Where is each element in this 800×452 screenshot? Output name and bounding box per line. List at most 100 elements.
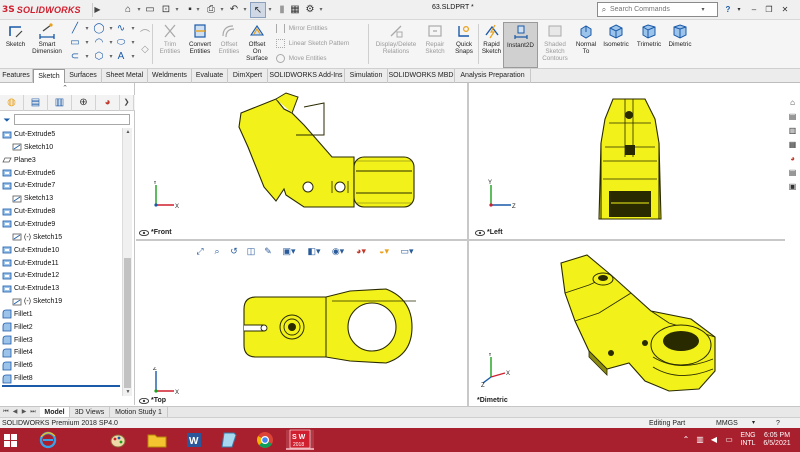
search-commands-box[interactable]: ⌕ ▾	[597, 2, 718, 17]
viewport-left[interactable]: Y Z *Left	[469, 83, 785, 239]
print-icon[interactable]: ⎙	[203, 2, 219, 18]
instant2d-button[interactable]: Instant2D	[503, 22, 538, 68]
plane-sketch-icon[interactable]: ◇	[138, 44, 152, 56]
viewport-vertical-splitter[interactable]	[467, 83, 469, 406]
restore-icon[interactable]: ❐	[763, 3, 775, 17]
viewport-dimetric[interactable]: Y X Z *Dimetric	[469, 241, 785, 406]
search-dropdown-icon[interactable]: ▾	[698, 6, 708, 13]
save-dropdown-icon[interactable]: ▾	[194, 2, 202, 18]
repair-sketch-button[interactable]: Repair Sketch	[421, 22, 449, 68]
language-indicator[interactable]: ENG INTL	[738, 428, 758, 452]
options-dropdown-icon[interactable]: ▾	[317, 2, 325, 18]
file-explorer-icon[interactable]: ▥	[785, 124, 800, 137]
tree-item[interactable]: Plane3	[2, 154, 36, 167]
isometric-button[interactable]: Isometric	[601, 22, 631, 68]
open-dropdown-icon[interactable]: ▾	[173, 2, 181, 18]
close-icon[interactable]: ✕	[779, 3, 791, 17]
dimetric-button[interactable]: Dimetric	[666, 22, 694, 68]
solidworks-logo[interactable]: 3S SOLIDWORKS	[2, 3, 81, 17]
dynamic-annotation-view-icon[interactable]: ✎	[261, 244, 275, 258]
tab-features[interactable]: Features	[0, 69, 33, 83]
tree-item[interactable]: Cut-Extrude10	[2, 244, 59, 257]
tab-solidworks-mbd[interactable]: SOLIDWORKS MBD	[388, 69, 455, 83]
tree-rollback-bar[interactable]	[2, 385, 120, 387]
tree-item[interactable]: Cut-Extrude7	[2, 179, 55, 192]
tree-item[interactable]: Sketch13	[12, 192, 53, 205]
tree-item[interactable]: Fillet2	[2, 321, 33, 334]
print-dropdown-icon[interactable]: ▾	[218, 2, 226, 18]
home-icon[interactable]: ⌂	[120, 2, 136, 18]
tree-filter-input[interactable]	[14, 114, 130, 125]
feature-manager-tree-tab-icon[interactable]: ◍	[0, 95, 24, 111]
offset-on-surface-button[interactable]: Offset On Surface	[243, 22, 271, 68]
tab-evaluate[interactable]: Evaluate	[192, 69, 228, 83]
tab-sheet-metal[interactable]: Sheet Metal	[102, 69, 148, 83]
search-commands-input[interactable]	[610, 6, 698, 13]
fillet-sketch-icon[interactable]: ⌒	[138, 30, 152, 42]
help-dropdown-icon[interactable]: ▾	[733, 3, 745, 17]
tree-item[interactable]: (-) Sketch15	[12, 231, 62, 244]
tree-item[interactable]: Fillet4	[2, 346, 33, 359]
move-entities-button[interactable]: Move Entities	[276, 52, 327, 66]
view-palette-icon[interactable]: ▦	[785, 138, 800, 151]
sketch-button[interactable]: Sketch	[2, 22, 29, 68]
select-pointer-icon[interactable]: ↖	[250, 2, 266, 18]
appearances-scenes-icon[interactable]: ◕	[785, 152, 800, 165]
tree-item[interactable]: Cut-Extrude9	[2, 218, 55, 231]
tree-item[interactable]: Fillet8	[2, 372, 33, 385]
panel-collapse-icon[interactable]: ⌃	[60, 84, 70, 93]
battery-icon[interactable]: ▭	[722, 428, 736, 452]
new-document-icon[interactable]: ▭	[142, 2, 158, 18]
tab-sketch[interactable]: Sketch	[33, 69, 65, 83]
zoom-to-fit-icon[interactable]: ⤢	[193, 244, 207, 258]
zoom-to-area-icon[interactable]: ⌕	[210, 244, 224, 258]
tab-surfaces[interactable]: Surfaces	[65, 69, 102, 83]
tab-analysis-preparation[interactable]: Analysis Preparation	[455, 69, 531, 83]
display-delete-relations-button[interactable]: Display/Delete Relations	[372, 22, 420, 68]
panel-tabs-next-icon[interactable]: ❯	[120, 95, 134, 111]
configuration-manager-tab-icon[interactable]: ▥	[48, 95, 72, 111]
notes-app-icon[interactable]	[215, 430, 243, 450]
file-properties-icon[interactable]: ▦	[287, 2, 303, 18]
file-explorer-taskbar-icon[interactable]	[143, 430, 171, 450]
viewport-front[interactable]: Y X *Front	[136, 83, 467, 239]
paint-icon[interactable]	[104, 430, 132, 450]
tree-item[interactable]: Fillet3	[2, 334, 33, 347]
linear-sketch-pattern-button[interactable]: Linear Sketch Pattern	[276, 37, 349, 51]
undo-dropdown-icon[interactable]: ▾	[241, 2, 249, 18]
previous-view-icon[interactable]: ↺	[227, 244, 241, 258]
trim-entities-button[interactable]: Trim Entities	[155, 22, 185, 68]
edit-appearance-icon[interactable]: ◕▾	[351, 244, 371, 258]
property-manager-tab-icon[interactable]: ▤	[24, 95, 48, 111]
tree-item[interactable]: Cut-Extrude12	[2, 269, 59, 282]
minimize-icon[interactable]: –	[748, 3, 760, 17]
offset-entities-button[interactable]: Offset Entities	[215, 22, 243, 68]
quick-snaps-button[interactable]: Quick Snaps	[451, 22, 477, 68]
word-icon[interactable]: W	[180, 430, 208, 450]
dimxpert-manager-tab-icon[interactable]: ⊕	[72, 95, 96, 111]
convert-entities-button[interactable]: Convert Entities	[185, 22, 215, 68]
solidworks-taskbar-icon[interactable]: S W 2018	[286, 429, 314, 450]
network-icon[interactable]: ▥	[694, 428, 706, 452]
trimetric-button[interactable]: Trimetric	[634, 22, 664, 68]
tab-weldments[interactable]: Weldments	[148, 69, 192, 83]
display-manager-tab-icon[interactable]: ◕	[96, 95, 120, 111]
design-library-icon[interactable]: ▤	[785, 110, 800, 123]
smart-dimension-button[interactable]: Smart Dimension	[29, 22, 65, 68]
scroll-down-icon[interactable]: ▼	[123, 388, 133, 396]
tree-item[interactable]: Fillet6	[2, 359, 33, 372]
view-orientation-icon[interactable]: ▣▾	[278, 244, 300, 258]
hide-show-items-icon[interactable]: ◉▾	[328, 244, 348, 258]
chrome-icon[interactable]	[251, 430, 279, 450]
undo-icon[interactable]: ↶	[226, 2, 242, 18]
view-settings-icon[interactable]: ▭▾	[397, 244, 417, 258]
rapid-sketch-button[interactable]: Rapid Sketch	[480, 22, 503, 68]
tree-item[interactable]: Cut-Extrude8	[2, 205, 55, 218]
tree-item[interactable]: Cut-Extrude6	[2, 167, 55, 180]
open-icon[interactable]: ⊡	[158, 2, 174, 18]
tab-simulation[interactable]: Simulation	[345, 69, 388, 83]
solidworks-resources-icon[interactable]: ⌂	[785, 96, 800, 109]
windows-start-icon[interactable]	[4, 434, 17, 447]
clock[interactable]: 6:05 PM 6/5/2021	[760, 428, 794, 452]
viewport-horizontal-splitter[interactable]	[136, 239, 785, 241]
